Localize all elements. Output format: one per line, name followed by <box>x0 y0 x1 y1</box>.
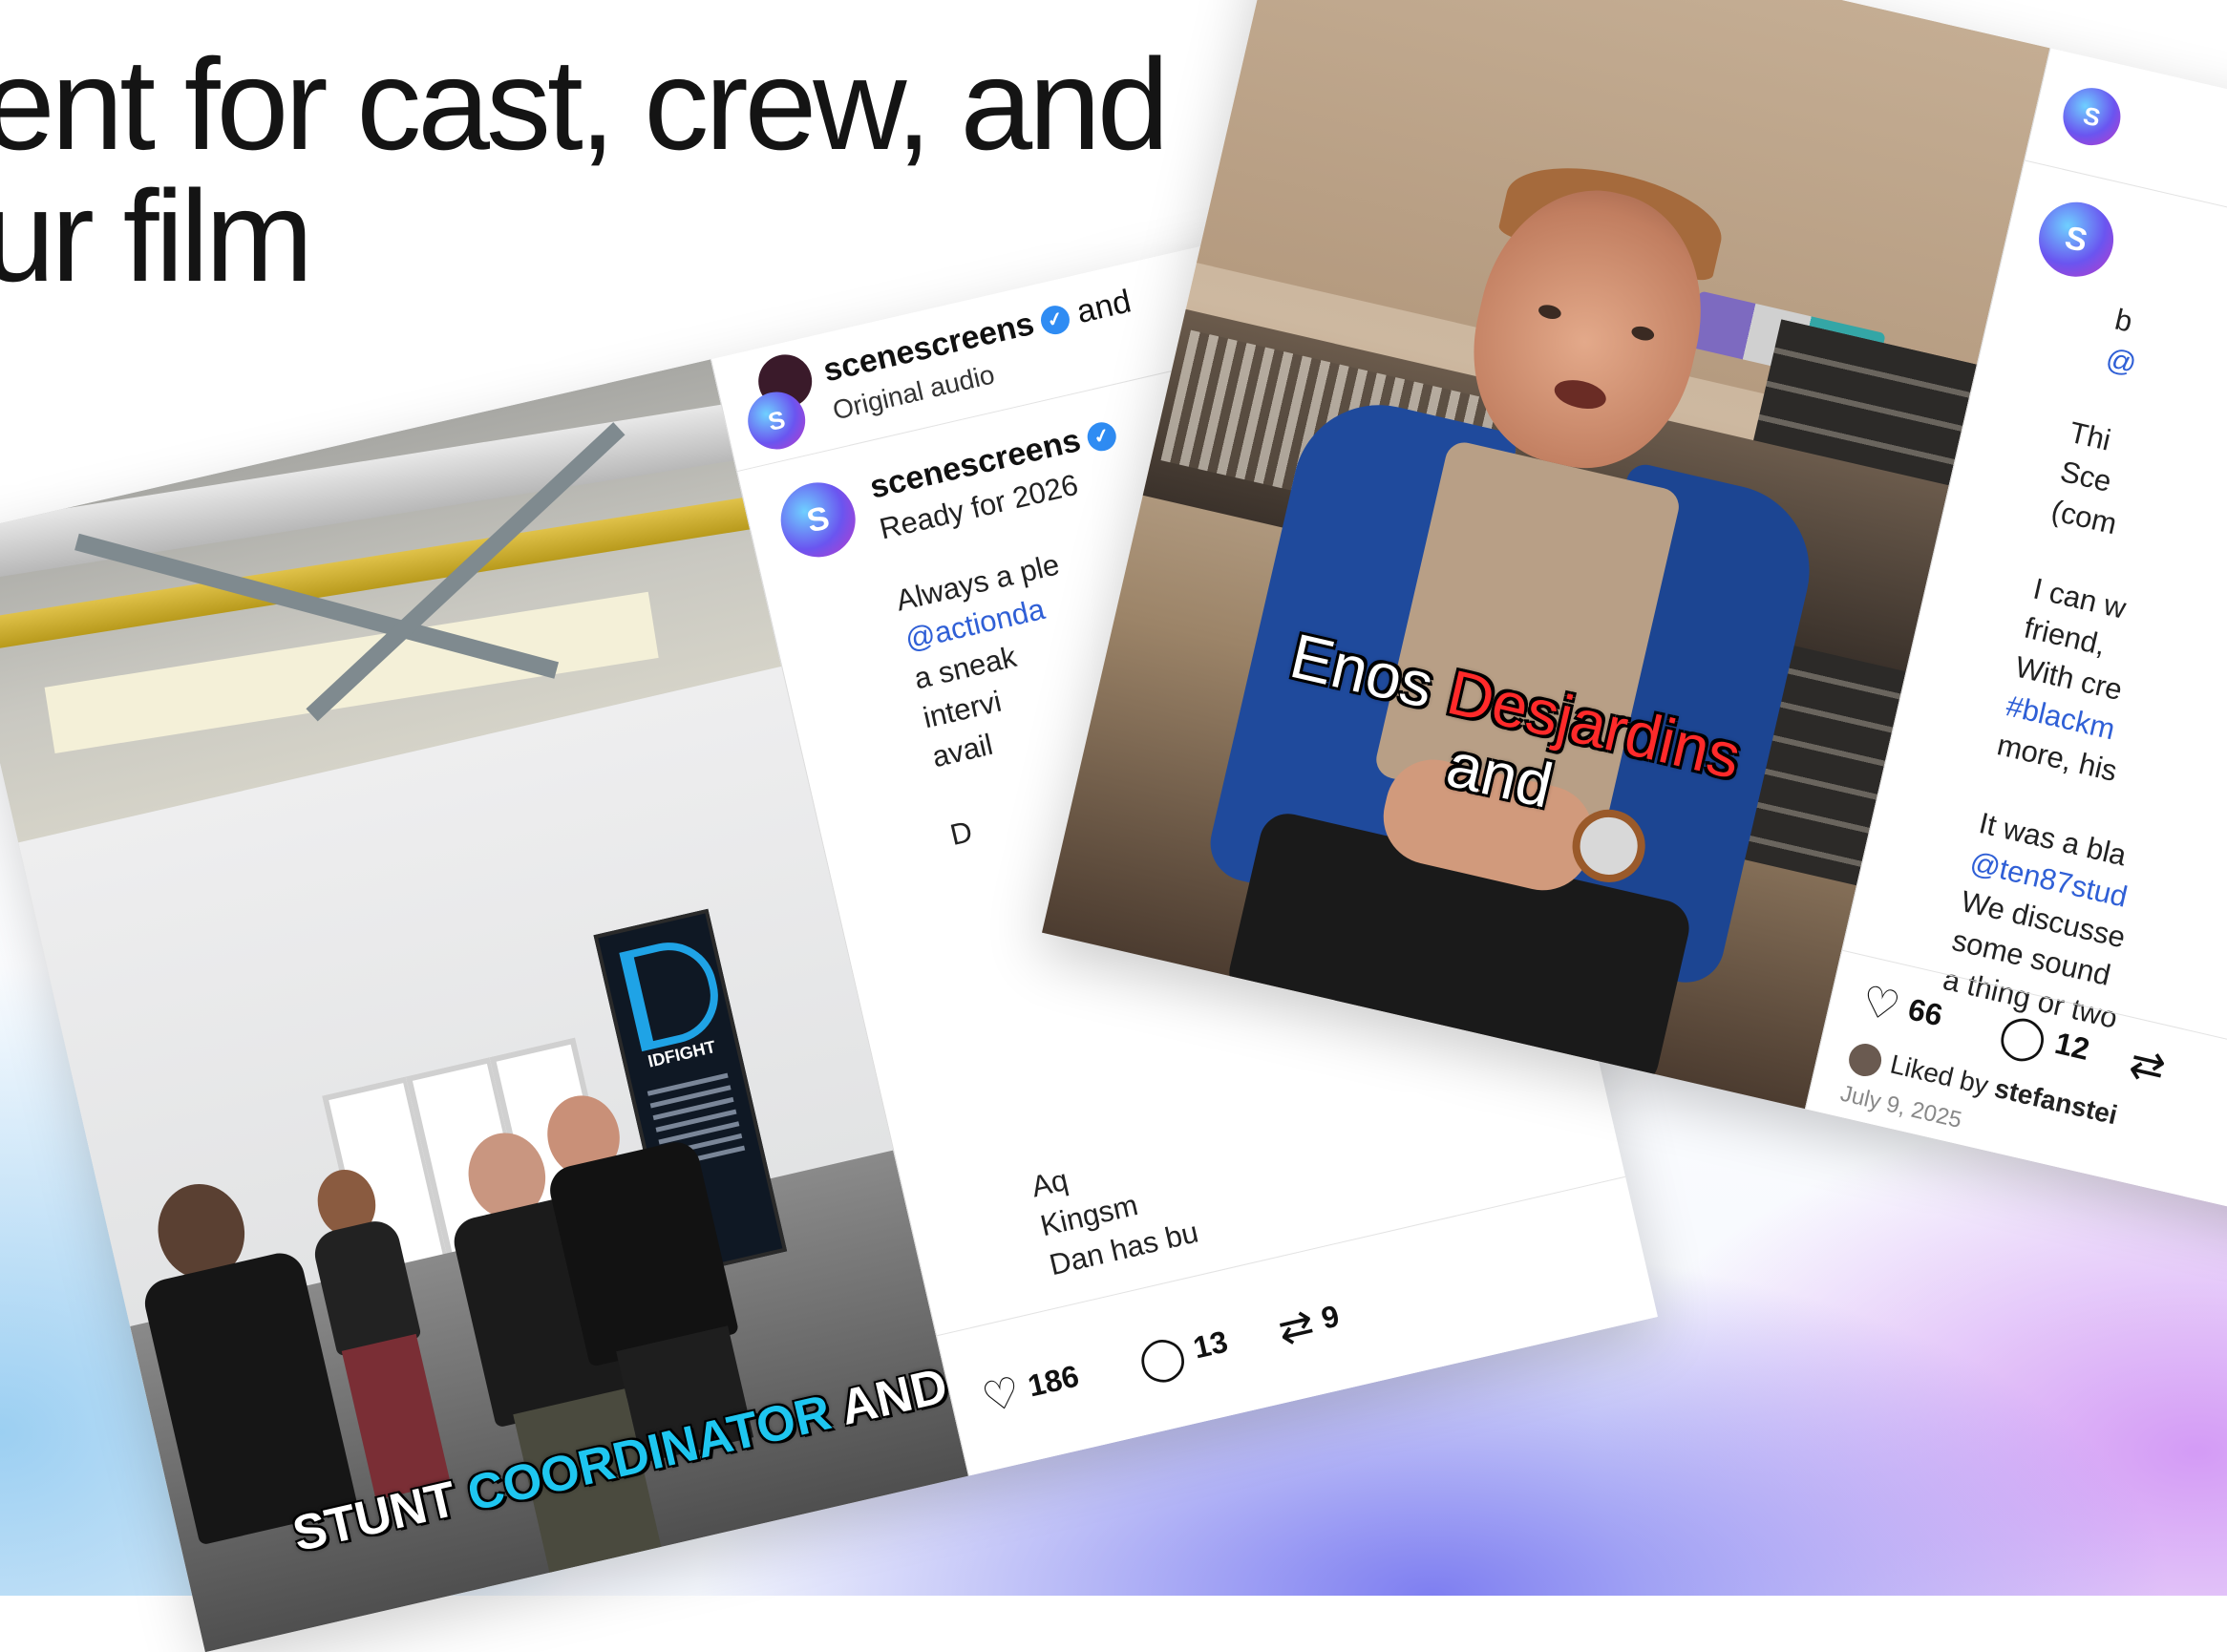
like-button[interactable]: ♡186 <box>978 1354 1085 1424</box>
repost-icon: ⇄ <box>2125 1039 2171 1093</box>
post-author-avatar-icon[interactable]: S <box>773 475 863 565</box>
repost-button[interactable]: ⇄ <box>2125 1038 2179 1095</box>
liked-by-prefix: Liked by <box>1887 1048 1992 1101</box>
repost-button[interactable]: ⇄9 <box>1273 1294 1344 1355</box>
headline: ent for cast, crew, and ur film <box>0 32 1169 308</box>
like-count: 66 <box>1904 991 1946 1033</box>
comment-bubble-icon: ◯ <box>1994 1008 2051 1066</box>
verified-badge-icon: ✓ <box>1084 419 1119 455</box>
header-collab-text: and <box>1073 283 1135 331</box>
like-button[interactable]: ♡66 <box>1856 976 1946 1042</box>
comment-button[interactable]: ◯12 <box>1995 1008 2094 1076</box>
id-logo-icon <box>619 933 728 1052</box>
verified-badge-icon: ✓ <box>1037 303 1072 338</box>
post-2-caption-excerpt: b @ ​ Thi Sce (com ​ I can w friend, With cre #bla… <box>1940 295 2227 1038</box>
repost-icon: ⇄ <box>1273 1300 1319 1354</box>
post-1-caption-lower: Aq Kingsm Dan has bu <box>1028 1134 1202 1285</box>
comment-button[interactable]: ◯13 <box>1134 1320 1233 1387</box>
comment-count: 12 <box>2051 1025 2093 1067</box>
repost-count: 9 <box>1318 1298 1343 1336</box>
comment-count: 13 <box>1190 1324 1231 1366</box>
comment-bubble-icon: ◯ <box>1134 1329 1191 1387</box>
liker-avatar <box>1845 1040 1885 1080</box>
headline-line-1: ent for cast, crew, and <box>0 32 1169 177</box>
heart-icon: ♡ <box>1856 977 1905 1031</box>
like-count: 186 <box>1024 1358 1083 1404</box>
post-author-avatar-icon[interactable]: S <box>2031 194 2121 285</box>
liked-by-user[interactable]: stefanstei <box>1992 1073 2120 1131</box>
heart-icon: ♡ <box>977 1367 1026 1423</box>
scenescreens-avatar-icon[interactable]: S <box>2057 82 2127 152</box>
headline-line-2: ur film <box>0 163 313 308</box>
